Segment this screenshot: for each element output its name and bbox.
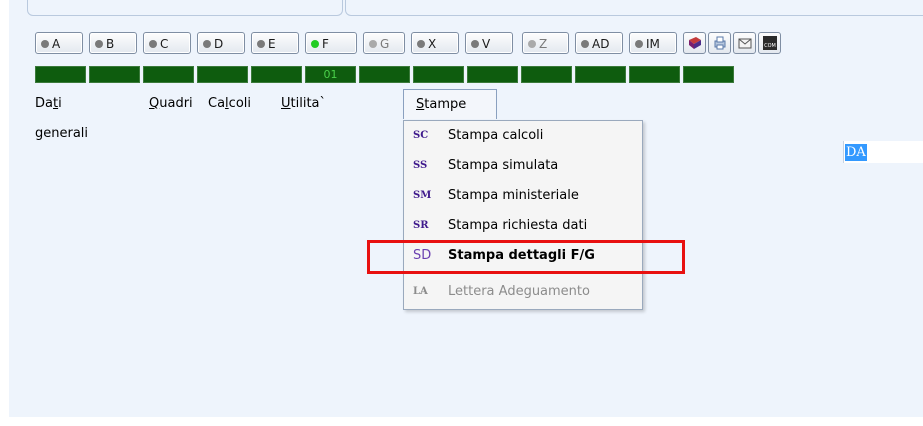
status-dot-icon	[369, 40, 377, 48]
toolbar-button-label: B	[106, 37, 115, 51]
led-cell	[359, 66, 410, 83]
envelope-button[interactable]	[733, 32, 756, 54]
menu-label-post: uadri	[159, 96, 193, 111]
menu-item-label: Stampa calcoli	[448, 128, 544, 143]
toolbar-button-d[interactable]: D	[197, 32, 245, 54]
led-cell	[89, 66, 140, 83]
menu-item-lettera-adeguamento: LA Lettera Adeguamento	[404, 279, 642, 305]
da-selected-text: DA	[845, 144, 867, 161]
toolbar-button-x[interactable]: X	[411, 32, 459, 54]
toolbar-button-im[interactable]: IM	[629, 32, 677, 54]
toolbar-button-label: X	[428, 37, 437, 51]
menu-label-post: tampe	[424, 97, 467, 112]
top-panels	[9, 0, 923, 22]
menu-calcoli[interactable]: Calcoli	[208, 89, 251, 119]
toolbar-button-label: AD	[592, 37, 610, 51]
printer-button[interactable]	[708, 32, 731, 54]
status-dot-icon	[149, 40, 157, 48]
menu-label-pre: Ca	[208, 96, 226, 111]
led-cell	[413, 66, 464, 83]
menu-label-acc: U	[281, 96, 291, 111]
toolbar-button-label: G	[380, 37, 390, 51]
toolbar-button-f[interactable]: F	[305, 32, 357, 54]
toolbar-button-label: V	[482, 37, 491, 51]
toolbar-button-label: F	[322, 37, 329, 51]
menu-label-pre: Da	[35, 96, 53, 111]
led-cell	[629, 66, 680, 83]
menu-item-label: Lettera Adeguamento	[448, 284, 590, 299]
status-dot-icon	[528, 40, 536, 48]
sr-icon: SR	[413, 220, 429, 231]
toolbar-button-label: C	[160, 37, 169, 51]
menu-item-stampa-calcoli[interactable]: SC Stampa calcoli	[404, 123, 642, 149]
status-dot-icon	[311, 40, 319, 48]
top-panel-left	[27, 0, 343, 16]
led-cell: 01	[305, 66, 356, 83]
toolbar-button-label: Z	[539, 37, 548, 51]
menu-dati-generali[interactable]: Dati generali	[35, 89, 88, 141]
menu-utilita[interactable]: Utilita`	[281, 89, 326, 119]
menu-item-label: Stampa simulata	[448, 158, 559, 173]
toolbar-button-b[interactable]: B	[89, 32, 137, 54]
led-cell	[143, 66, 194, 83]
status-dot-icon	[95, 40, 103, 48]
menu-label-post: tilita`	[290, 96, 327, 111]
toolbar-button-a[interactable]: A	[35, 32, 83, 54]
da-input-field[interactable]: DA	[843, 141, 923, 163]
status-dot-icon	[581, 40, 589, 48]
status-dot-icon	[41, 40, 49, 48]
status-dot-icon	[635, 40, 643, 48]
status-dot-icon	[471, 40, 479, 48]
toolbar-button-label: IM	[646, 37, 660, 51]
led-cell	[683, 66, 734, 83]
menu-item-stampa-richiesta-dati[interactable]: SR Stampa richiesta dati	[404, 213, 642, 239]
menu-quadri[interactable]: Quadri	[149, 89, 193, 119]
menu-label-post: coli	[228, 96, 251, 111]
menu-item-stampa-simulata[interactable]: SS Stampa simulata	[404, 153, 642, 179]
stampe-dropdown-menu: SC Stampa calcoli SS Stampa simulata SM Stamp…	[403, 120, 643, 310]
led-cell	[521, 66, 572, 83]
toolbar-button-c[interactable]: C	[143, 32, 191, 54]
top-panel-right	[345, 0, 923, 16]
sm-icon: SM	[413, 190, 432, 201]
menu-label-acc: Q	[149, 96, 160, 111]
svg-text:COM: COM	[764, 43, 776, 49]
toolbar-button-label: A	[52, 37, 61, 51]
menu-stampe[interactable]: Stampe	[403, 89, 497, 119]
status-dot-icon	[417, 40, 425, 48]
led-cell	[251, 66, 302, 83]
status-dot-icon	[257, 40, 265, 48]
highlight-box	[367, 240, 685, 274]
window-left-edge	[0, 0, 9, 426]
toolbar-button-z[interactable]: Z	[522, 32, 569, 54]
led-cell	[35, 66, 86, 83]
toolbar-button-label: D	[214, 37, 224, 51]
com-button[interactable]: COM	[758, 32, 781, 54]
toolbar-button-v[interactable]: V	[465, 32, 513, 54]
toolbar-button-g[interactable]: G	[363, 32, 405, 54]
window-bottom-edge	[0, 417, 923, 426]
toolbar-button-label: E	[268, 37, 276, 51]
led-cell	[467, 66, 518, 83]
sc-icon: SC	[413, 130, 429, 141]
book-button[interactable]	[683, 32, 706, 54]
menu-item-label: Stampa ministeriale	[448, 188, 579, 203]
status-dot-icon	[203, 40, 211, 48]
la-icon: LA	[413, 286, 428, 297]
ss-icon: SS	[413, 160, 428, 171]
led-cell	[197, 66, 248, 83]
led-cell	[575, 66, 626, 83]
menu-item-stampa-ministeriale[interactable]: SM Stampa ministeriale	[404, 183, 642, 209]
toolbar-button-ad[interactable]: AD	[575, 32, 623, 54]
menu-item-label: Stampa richiesta dati	[448, 218, 588, 233]
toolbar-button-e[interactable]: E	[251, 32, 299, 54]
